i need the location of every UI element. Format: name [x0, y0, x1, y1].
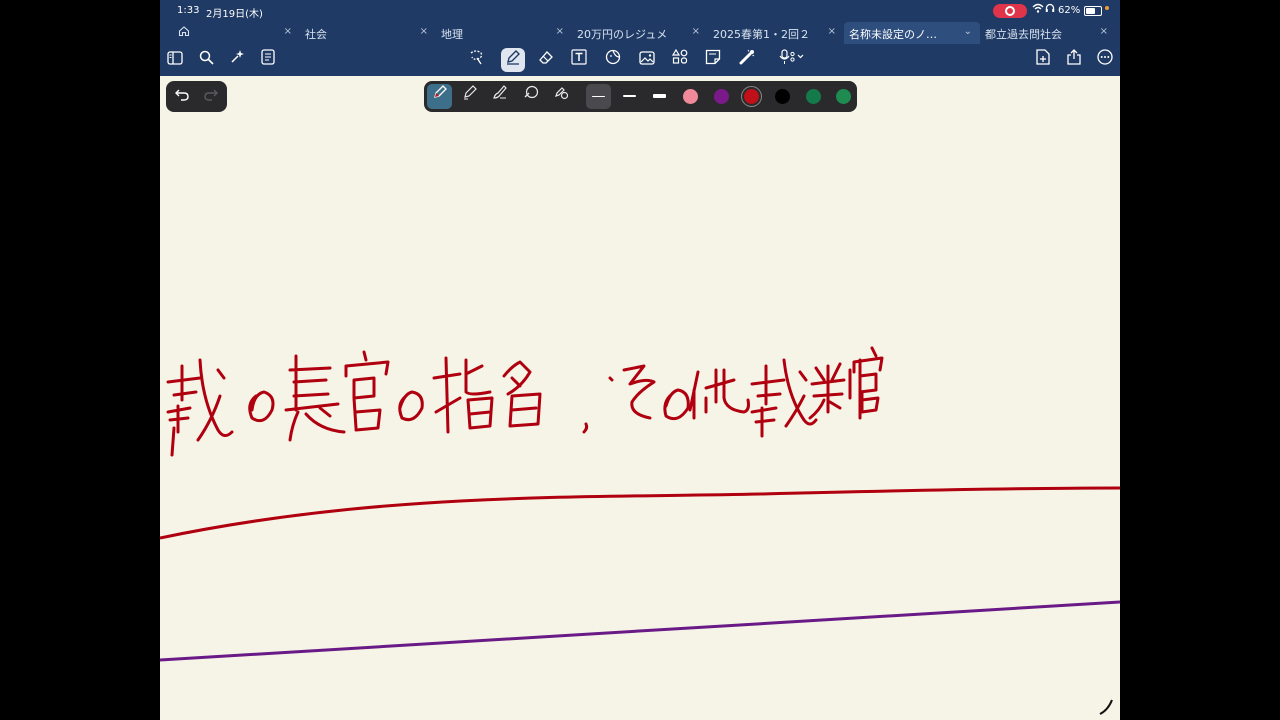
undo-redo-group — [166, 81, 227, 112]
brush-pen-icon[interactable] — [487, 84, 512, 109]
ball-pen-icon[interactable] — [457, 84, 482, 109]
ink-stroke-fragment — [1099, 699, 1113, 715]
fountain-pen-icon[interactable] — [427, 84, 452, 109]
color-pink[interactable] — [683, 89, 698, 104]
ipad-screen: 1:33 2月19日(木) 62% × 社会 × 地理 × 20万円のレジュメ … — [160, 0, 1120, 720]
purple-ink-line — [160, 600, 1120, 662]
thickness-medium[interactable] — [617, 84, 642, 109]
color-dark-green[interactable] — [806, 89, 821, 104]
redo-icon[interactable] — [200, 85, 222, 107]
color-purple[interactable] — [714, 89, 729, 104]
handwritten-text — [166, 346, 884, 457]
color-green[interactable] — [836, 89, 851, 104]
red-ink-line — [160, 486, 1120, 540]
shape-pen-icon[interactable] — [518, 84, 543, 109]
thickness-thick[interactable] — [647, 84, 672, 109]
handwriting-settings-icon[interactable] — [548, 84, 573, 109]
color-red[interactable] — [744, 89, 759, 104]
undo-icon[interactable] — [171, 85, 193, 107]
thickness-thin[interactable] — [586, 84, 611, 109]
pen-palette — [424, 81, 857, 112]
color-black[interactable] — [775, 89, 790, 104]
